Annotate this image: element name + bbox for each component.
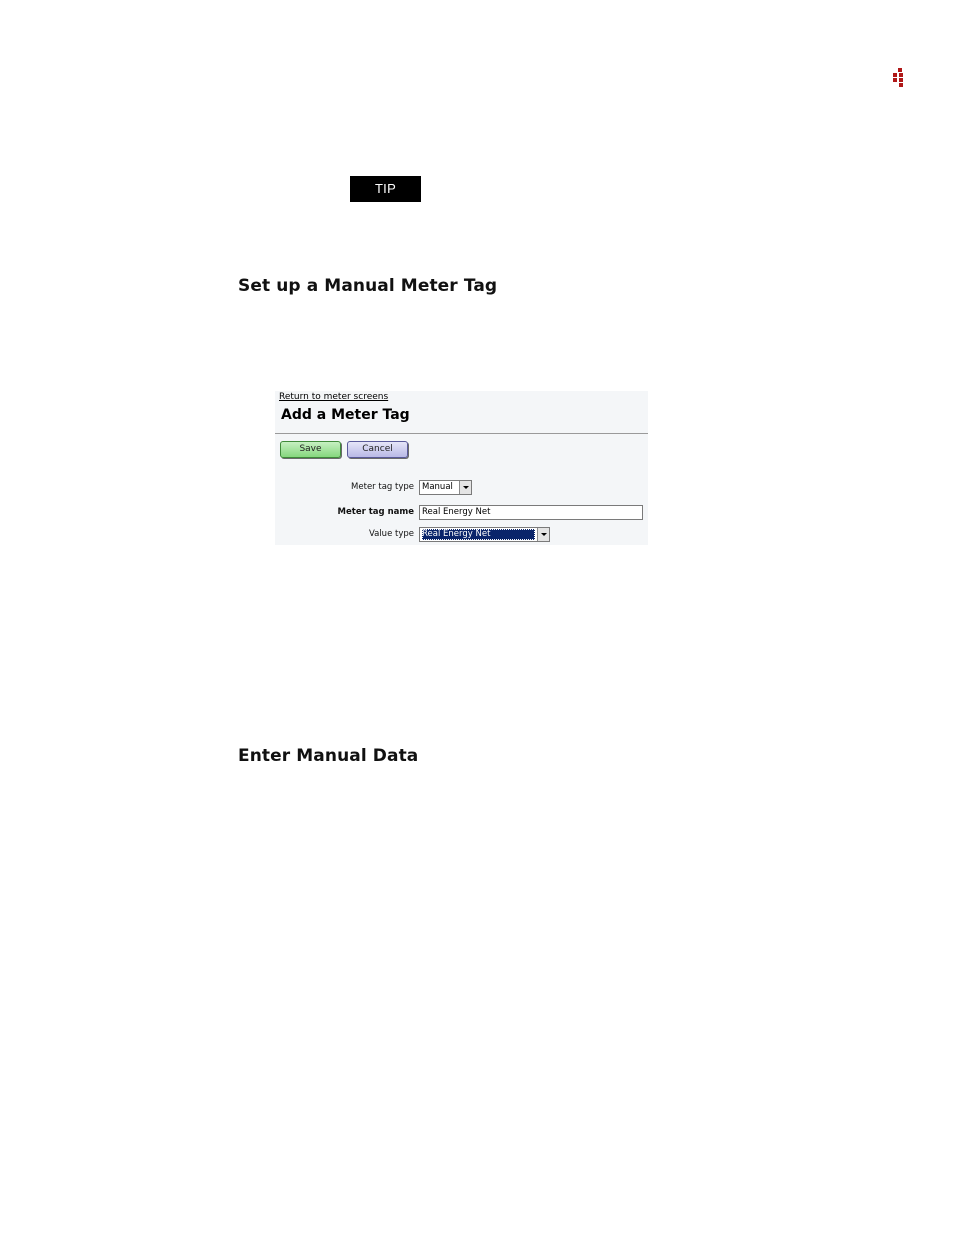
meter-tag-type-label: Meter tag type: [351, 482, 414, 492]
value-type-value: Real Energy Net: [422, 529, 535, 540]
form-title: Add a Meter Tag: [281, 407, 410, 423]
chevron-down-icon[interactable]: [459, 481, 471, 494]
section-heading-enter-data: Enter Manual Data: [238, 746, 419, 766]
cancel-button[interactable]: Cancel: [347, 441, 408, 458]
meter-tag-type-value: Manual: [422, 482, 453, 492]
value-type-label: Value type: [368, 529, 414, 539]
meter-tag-type-select[interactable]: Manual: [419, 480, 472, 495]
brand-logo-icon: [893, 68, 907, 87]
add-meter-tag-screenshot: Return to meter screens Add a Meter Tag …: [275, 391, 648, 545]
return-to-meter-screens-link[interactable]: Return to meter screens: [279, 392, 388, 402]
tip-badge: TIP: [350, 176, 421, 202]
title-divider: [275, 433, 648, 434]
value-type-select[interactable]: Real Energy Net: [419, 527, 550, 542]
chevron-down-icon[interactable]: [537, 528, 549, 541]
save-button[interactable]: Save: [280, 441, 341, 458]
meter-tag-name-input[interactable]: Real Energy Net: [419, 505, 643, 520]
meter-tag-name-label: Meter tag name: [337, 507, 414, 517]
section-heading-setup: Set up a Manual Meter Tag: [238, 276, 498, 296]
